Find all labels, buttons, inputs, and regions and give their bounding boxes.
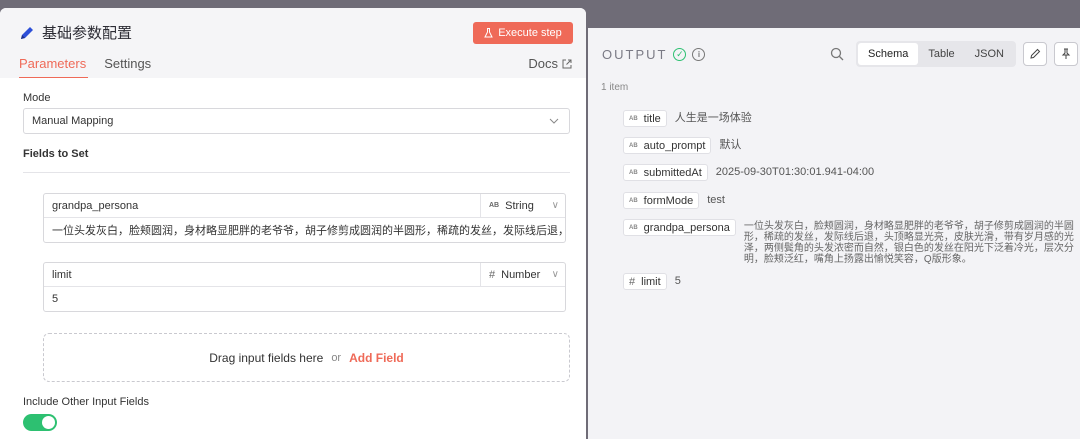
output-panel: OUTPUT ✓ i Schema Table JSON 1 item AB t… (588, 28, 1080, 439)
property-key: formMode (643, 194, 694, 207)
parameters-form: Mode Manual Mapping Fields to Set grandp… (0, 78, 586, 439)
output-title: OUTPUT (602, 47, 668, 62)
edit-output-button[interactable] (1023, 42, 1047, 66)
mode-select[interactable]: Manual Mapping (23, 108, 570, 134)
pencil-icon (1030, 48, 1041, 59)
field-dropzone[interactable]: Drag input fields here or Add Field (43, 333, 570, 382)
tab-parameters[interactable]: Parameters (19, 56, 89, 79)
add-field-button[interactable]: Add Field (349, 351, 404, 365)
property-key: auto_prompt (643, 139, 706, 152)
docs-label: Docs (528, 56, 558, 71)
output-header: OUTPUT ✓ i (602, 47, 706, 62)
docs-link[interactable]: Docs (528, 56, 572, 71)
node-title: 基础参数配置 (19, 22, 132, 43)
property-key: limit (641, 275, 661, 288)
property-value: 默认 (719, 139, 742, 151)
schema-property: AB submittedAt 2025-09-30T01:30:01.941-0… (623, 164, 874, 181)
mode-label: Mode (23, 92, 51, 104)
pencil-icon (21, 26, 33, 39)
tab-settings[interactable]: Settings (104, 56, 151, 79)
text-type-icon: AB (629, 115, 638, 122)
string-type-icon: AB (489, 202, 500, 209)
fields-to-set-label: Fields to Set (23, 148, 89, 160)
text-type-icon: AB (629, 169, 638, 176)
field-assignment: limit # Number ∨ 5 (43, 262, 566, 312)
pin-icon (1061, 48, 1071, 59)
node-parameters-panel: 基础参数配置 Execute step Parameters Settings … (0, 8, 586, 439)
field-assignment: grandpa_persona AB String ∨ 一位头发灰白，脸颊圆润，… (43, 193, 566, 243)
dropzone-or: or (331, 351, 342, 364)
field-type-select[interactable]: # Number ∨ (480, 262, 565, 287)
property-value: 5 (674, 275, 681, 287)
property-key-chip[interactable]: AB submittedAt (623, 164, 708, 181)
include-other-label: Include Other Input Fields (23, 396, 149, 408)
include-other-toggle[interactable] (23, 414, 57, 431)
view-table-option[interactable]: Table (918, 43, 964, 65)
dropzone-text: Drag input fields here (209, 350, 324, 365)
text-type-icon: AB (629, 142, 638, 149)
schema-property: AB formMode test (623, 192, 725, 209)
field-name-input[interactable]: limit (44, 269, 480, 281)
execute-step-label: Execute step (498, 27, 562, 39)
text-type-icon: AB (629, 224, 638, 231)
chevron-down-icon: ∨ (551, 200, 559, 211)
node-title-text[interactable]: 基础参数配置 (42, 22, 132, 43)
mode-select-value: Manual Mapping (32, 115, 114, 127)
property-key-chip[interactable]: # limit (623, 273, 667, 290)
field-type-label: String (505, 199, 534, 212)
info-icon[interactable]: i (692, 48, 706, 61)
property-key: title (643, 112, 661, 125)
property-key-chip[interactable]: AB auto_prompt (623, 137, 712, 154)
view-json-option[interactable]: JSON (965, 43, 1014, 65)
view-mode-switch: Schema Table JSON (856, 41, 1016, 67)
toggle-knob (42, 416, 55, 429)
property-value: 一位头发灰白，脸颊圆润，身材略显肥胖的老爷爷，胡子修剪成圆润的半圆形，稀疏的发丝… (743, 221, 1074, 265)
schema-property: AB title 人生是一场体验 (623, 110, 752, 127)
execute-step-button[interactable]: Execute step (473, 22, 573, 44)
chevron-down-icon: ∨ (551, 269, 559, 280)
property-key-chip[interactable]: AB grandpa_persona (623, 219, 736, 236)
property-value: 2025-09-30T01:30:01.941-04:00 (715, 166, 875, 178)
schema-property: # limit 5 (623, 273, 681, 290)
property-value: 人生是一场体验 (674, 112, 752, 124)
text-type-icon: AB (629, 197, 638, 204)
schema-property: AB auto_prompt 默认 (623, 137, 741, 154)
property-key-chip[interactable]: AB title (623, 110, 667, 127)
item-count: 1 item (601, 82, 629, 93)
field-name-input[interactable]: grandpa_persona (44, 200, 480, 212)
field-value-input[interactable]: 一位头发灰白，脸颊圆润，身材略显肥胖的老爷爷，胡子修剪成圆润的半圆形，稀疏的发丝… (44, 218, 565, 242)
flask-icon (484, 28, 494, 38)
check-circle-icon: ✓ (673, 48, 687, 61)
divider (23, 172, 570, 173)
number-type-icon: # (489, 268, 496, 281)
field-type-select[interactable]: AB String ∨ (480, 193, 565, 218)
field-value-input[interactable]: 5 (44, 287, 565, 311)
panel-header: 基础参数配置 Execute step Parameters Settings … (0, 8, 586, 79)
pin-data-button[interactable] (1054, 42, 1078, 66)
tab-bar: Parameters Settings (19, 56, 167, 79)
chevron-down-icon (549, 118, 559, 124)
property-key-chip[interactable]: AB formMode (623, 192, 700, 209)
search-icon[interactable] (829, 46, 845, 62)
property-key: grandpa_persona (643, 221, 730, 234)
property-value: test (707, 194, 725, 206)
view-schema-option[interactable]: Schema (858, 43, 919, 65)
schema-property: AB grandpa_persona 一位头发灰白，脸颊圆润，身材略显肥胖的老爷… (623, 219, 1074, 265)
number-type-icon: # (629, 275, 636, 288)
property-key: submittedAt (643, 166, 702, 179)
field-type-label: Number (501, 268, 541, 281)
external-link-icon (562, 59, 572, 68)
